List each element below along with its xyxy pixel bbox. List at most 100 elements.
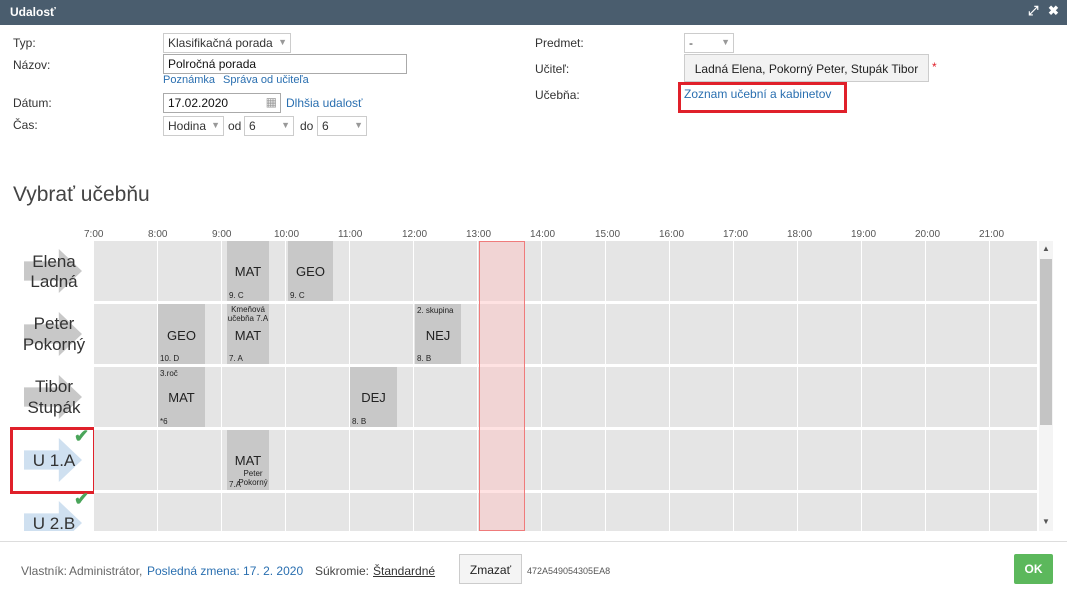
lane-tibor-stupak[interactable]: Tibor Stupák: [0, 367, 94, 427]
type-select-value: Klasifikačná porada: [168, 36, 273, 50]
date-input[interactable]: 17.02.2020 ▦: [163, 93, 281, 113]
grid-line: [925, 241, 926, 531]
highlight-room-u1a: [10, 427, 96, 494]
event-block[interactable]: GEO 10. D: [158, 304, 205, 364]
type-label: Typ:: [13, 36, 36, 50]
grid-line: [285, 241, 286, 531]
scrollbar-thumb[interactable]: [1040, 259, 1052, 425]
event-block[interactable]: GEO 9. C: [288, 241, 333, 301]
lane-name-line2: Pokorný: [22, 335, 86, 354]
subject-value: -: [689, 36, 693, 50]
hour-label: 18:00: [787, 229, 813, 240]
from-label: od: [228, 119, 242, 133]
privacy-value-link[interactable]: Štandardné: [373, 564, 435, 578]
longer-event-link[interactable]: Dlhšia udalosť: [286, 96, 363, 110]
event-subject: NEJ: [425, 328, 451, 343]
hour-label: 21:00: [979, 229, 1005, 240]
event-block[interactable]: MAT Peter Pokorný 7.A: [227, 430, 269, 490]
ok-button[interactable]: OK: [1014, 554, 1053, 584]
event-subject: MAT: [234, 453, 262, 468]
grid-line: [989, 241, 990, 531]
event-block[interactable]: Kmeňová učebňa 7.A MAT 7. A: [227, 304, 269, 364]
subject-select[interactable]: - ▼: [684, 33, 734, 53]
event-block[interactable]: MAT 9. C: [227, 241, 269, 301]
selected-time-slot[interactable]: [479, 241, 525, 531]
grid-line: [477, 241, 478, 531]
record-id: 472A549054305EA8: [527, 566, 611, 576]
date-value: 17.02.2020: [168, 96, 229, 110]
teacher-label: Učiteľ:: [535, 62, 570, 76]
lane-name-line1: U 2.B: [32, 514, 76, 531]
delete-button[interactable]: Zmazať: [459, 554, 522, 584]
highlight-room-link: [678, 82, 847, 113]
hour-label: 12:00: [402, 229, 428, 240]
from-select[interactable]: 6 ▼: [244, 116, 294, 136]
event-subject: DEJ: [361, 390, 386, 405]
to-value: 6: [322, 119, 329, 133]
teacher-message-link[interactable]: Správa od učiteľa: [223, 74, 309, 86]
event-subject: GEO: [167, 328, 196, 343]
to-label: do: [300, 119, 314, 133]
event-room-note: Kmeňová učebňa 7.A: [227, 305, 269, 323]
note-link[interactable]: Poznámka: [163, 74, 215, 86]
section-heading: Vybrať učebňu: [13, 183, 150, 206]
hour-label: 17:00: [723, 229, 749, 240]
hour-label: 15:00: [595, 229, 621, 240]
hour-label: 20:00: [915, 229, 941, 240]
scroll-up-icon[interactable]: ▲: [1042, 244, 1050, 253]
name-input[interactable]: Polročná porada: [163, 54, 407, 74]
time-unit-select[interactable]: Hodina ▼: [163, 116, 224, 136]
grid-line: [797, 241, 798, 531]
lane-elena-ladna[interactable]: Elena Ladná: [0, 241, 94, 301]
owner-value: Administrátor,: [69, 564, 143, 578]
event-class: 7.A: [229, 480, 242, 489]
grid-line: [221, 241, 222, 531]
event-class: 8. B: [352, 417, 367, 426]
name-label: Názov:: [13, 58, 51, 72]
type-select[interactable]: Klasifikačná porada ▼: [163, 33, 291, 53]
lane-name-line1: Elena: [32, 252, 76, 271]
event-block[interactable]: 3.roč MAT *6: [158, 367, 205, 427]
grid-line: [541, 241, 542, 531]
room-label: Učebňa:: [535, 88, 580, 102]
scroll-down-icon[interactable]: ▼: [1042, 517, 1050, 526]
event-class: 9. C: [229, 291, 244, 300]
schedule-grid[interactable]: MAT 9. C GEO 9. C GEO 10. D Kmeňová učeb…: [94, 241, 1037, 531]
last-change-link[interactable]: Posledná zmena: 17. 2. 2020: [147, 564, 303, 578]
chevron-down-icon: ▼: [211, 120, 220, 130]
event-subject: MAT: [234, 328, 262, 343]
grid-line: [413, 241, 414, 531]
window-titlebar: Udalosť ⤢ ✖: [0, 0, 1067, 25]
event-class: 8. B: [417, 354, 432, 363]
event-class: 9. C: [290, 291, 305, 300]
to-select[interactable]: 6 ▼: [317, 116, 367, 136]
grid-line: [605, 241, 606, 531]
event-subject: MAT: [168, 390, 195, 405]
event-block[interactable]: DEJ 8. B: [350, 367, 397, 427]
event-block[interactable]: 2. skupina NEJ 8. B: [415, 304, 461, 364]
grid-line: [669, 241, 670, 531]
lane-peter-pokorny[interactable]: Peter Pokorný: [0, 304, 94, 364]
check-icon: ✔: [74, 493, 90, 509]
hour-label: 13:00: [466, 229, 492, 240]
lane-name-line2: Stupák: [27, 398, 81, 417]
hour-label: 16:00: [659, 229, 685, 240]
hour-label: 14:00: [530, 229, 556, 240]
lane-name-line1: Tibor: [34, 377, 74, 396]
date-label: Dátum:: [13, 96, 52, 110]
chevron-down-icon: ▼: [278, 37, 287, 47]
vertical-scrollbar[interactable]: ▲ ▼: [1039, 241, 1053, 531]
calendar-icon[interactable]: ▦: [266, 95, 277, 109]
window-title: Udalosť: [10, 5, 56, 19]
hour-label: 7:00: [84, 229, 104, 240]
chevron-down-icon: ▼: [721, 37, 730, 47]
expand-icon[interactable]: ⤢: [1028, 3, 1038, 19]
time-label: Čas:: [13, 118, 38, 132]
teacher-picker[interactable]: Ladná Elena, Pokorný Peter, Stupák Tibor: [684, 54, 929, 82]
chevron-down-icon: ▼: [354, 120, 363, 130]
from-value: 6: [249, 119, 256, 133]
hour-label: 19:00: [851, 229, 877, 240]
hour-label: 8:00: [148, 229, 168, 240]
close-icon[interactable]: ✖: [1048, 3, 1059, 19]
lane-room-u2b[interactable]: U 2.B ✔: [0, 493, 94, 531]
